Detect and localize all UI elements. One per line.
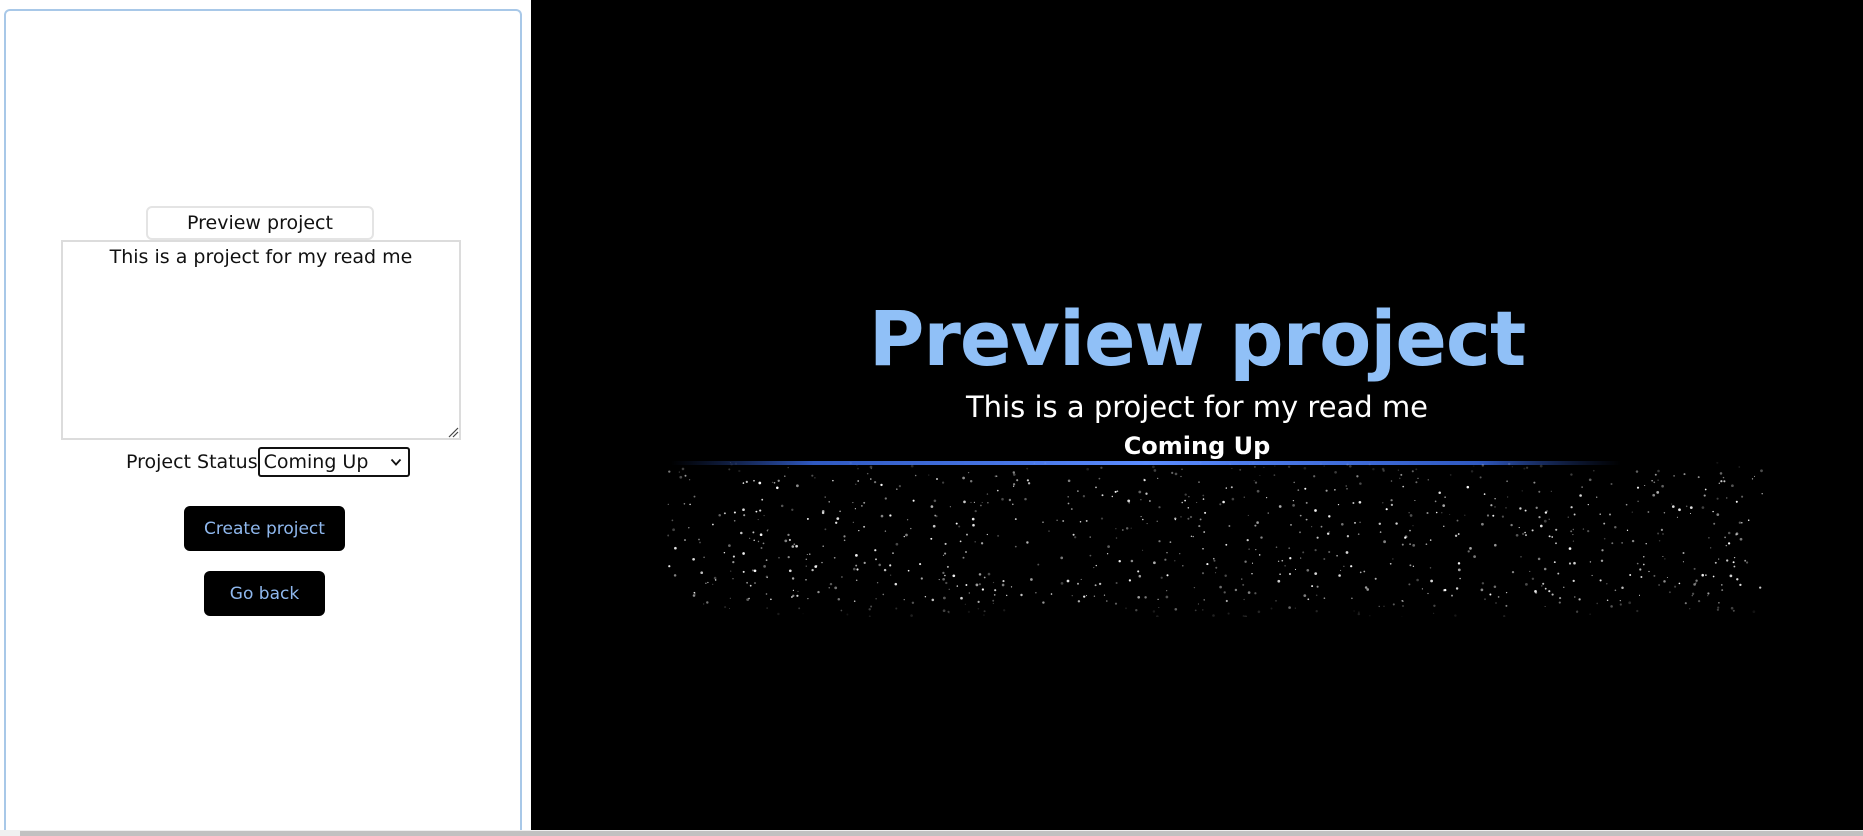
- project-title-input[interactable]: [146, 206, 374, 240]
- preview-description: This is a project for my read me: [965, 390, 1429, 424]
- chevron-down-icon: [390, 458, 401, 466]
- horizontal-scrollbar-thumb[interactable]: [20, 831, 1863, 836]
- go-back-button[interactable]: Go back: [204, 571, 325, 616]
- project-status-row: Project Status Coming Up: [126, 446, 410, 478]
- project-status-select[interactable]: Coming Up: [257, 447, 410, 477]
- create-project-button[interactable]: Create project: [184, 506, 345, 551]
- starfield-decoration: [667, 462, 1763, 617]
- project-description-textarea[interactable]: This is a project for my read me: [61, 240, 461, 440]
- project-status-selected-value: Coming Up: [263, 451, 369, 473]
- project-preview-panel: Preview project This is a project for my…: [531, 0, 1863, 831]
- app-root: This is a project for my read me Project…: [0, 0, 1863, 836]
- horizontal-scrollbar[interactable]: [0, 830, 1863, 836]
- preview-status: Coming Up: [1123, 432, 1271, 460]
- resize-handle-icon[interactable]: [447, 426, 459, 438]
- project-status-label: Project Status: [126, 451, 258, 473]
- preview-title: Preview project: [868, 294, 1527, 383]
